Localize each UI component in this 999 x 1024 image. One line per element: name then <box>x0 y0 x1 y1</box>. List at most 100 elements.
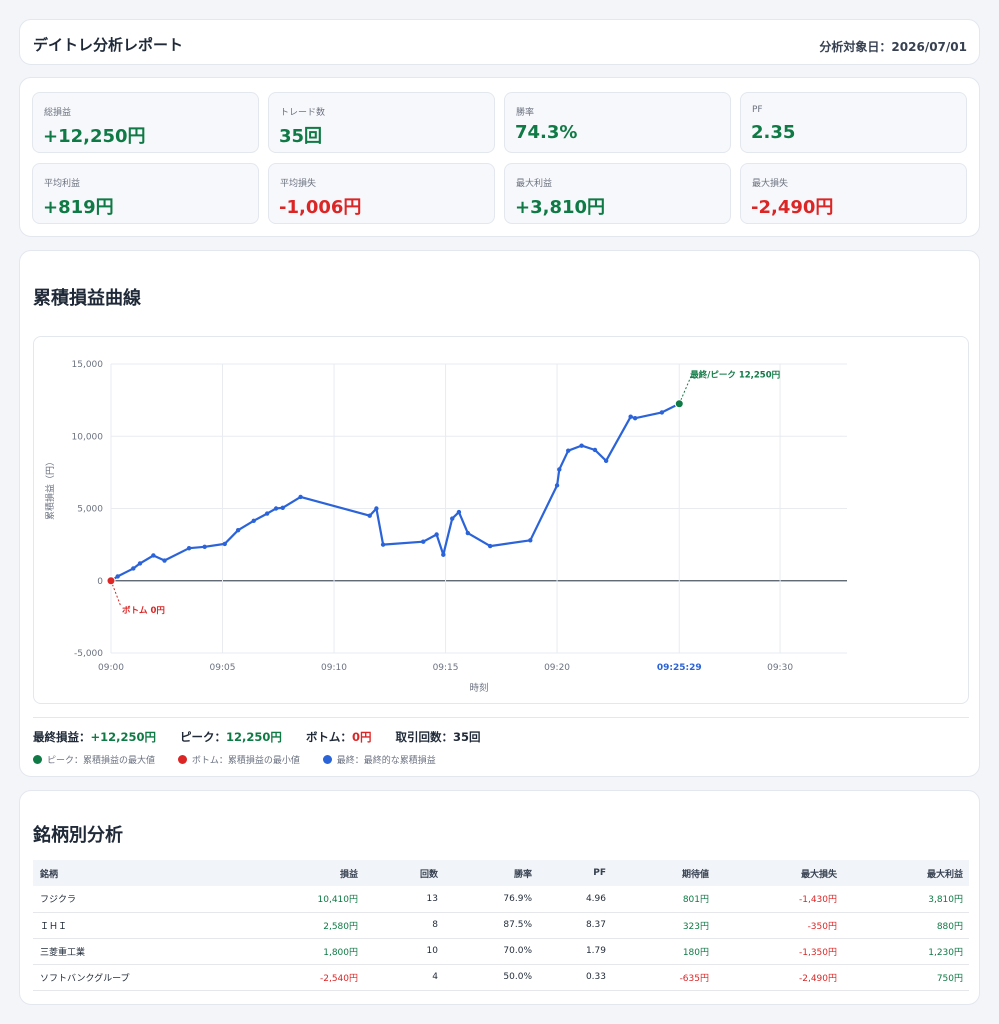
bottom-dot-icon <box>177 755 187 764</box>
stat-max-profit: 最大利益 +3,810円 <box>504 163 731 224</box>
y-tick-label: 15,000 <box>72 360 104 370</box>
data-point <box>186 546 192 551</box>
bottom-annotation: ボトム 0円 <box>122 605 165 616</box>
cell-symbol: ＩＨＩ <box>33 912 253 939</box>
stat-value: 74.3% <box>515 122 578 143</box>
cell-max-profit: 750円 <box>843 964 969 991</box>
data-point <box>528 538 533 543</box>
cell-count: 13 <box>364 886 444 913</box>
cell-max-loss: -1,350円 <box>715 938 843 965</box>
cell-count: 4 <box>364 964 444 991</box>
stat-avg-profit: 平均利益 +819円 <box>32 163 259 224</box>
data-point <box>222 541 227 547</box>
report-header: デイトレ分析レポート 分析対象日：2026/07/01 <box>19 19 980 65</box>
data-point <box>137 561 143 566</box>
cumulative-pnl-section: 累積損益曲線 -5,000 0 5,000 10,000 15,000 09:00 09:0… <box>19 250 980 777</box>
data-point <box>380 542 386 547</box>
peak-value: 12,250円 <box>226 730 282 744</box>
cell-expectancy: -635円 <box>612 964 715 991</box>
cell-max-loss: -1,430円 <box>715 886 843 913</box>
cell-count: 8 <box>364 912 444 939</box>
cell-max-profit: 1,230円 <box>843 938 969 965</box>
y-tick-label: 0 <box>97 577 103 587</box>
data-point <box>659 410 665 415</box>
data-point <box>151 553 156 558</box>
cell-win-rate: 50.0% <box>444 964 538 991</box>
stat-max-loss: 最大損失 -2,490円 <box>740 163 967 224</box>
stat-label: トレード数 <box>280 108 326 118</box>
data-point <box>579 443 584 448</box>
series-line <box>110 402 680 582</box>
data-point <box>298 494 303 500</box>
stat-label: 最大損失 <box>752 179 789 189</box>
data-point <box>162 558 167 563</box>
data-point <box>115 574 120 579</box>
table-section-title: 銘柄別分析 <box>33 825 123 846</box>
table-header-row: 銘柄 損益 回数 勝率 PF 期待値 最大損失 最大利益 <box>33 860 969 886</box>
table-row: 三菱重工業 1,800円 10 70.0% 1.79 180円 -1,350円 … <box>33 938 969 965</box>
stat-label: 最大利益 <box>516 179 553 189</box>
data-point <box>592 447 598 453</box>
x-tick-label: 09:25:29 <box>657 663 702 673</box>
stat-label: 平均損失 <box>280 179 317 189</box>
bottom-label: ボトム： <box>305 730 352 744</box>
chart-legend: ピーク：累積損益の最大値 ボトム：累積損益の最小値 最終：最終的な累積損益 <box>33 753 456 767</box>
col-win-rate: 勝率 <box>513 869 532 880</box>
cell-expectancy: 180円 <box>612 938 715 965</box>
y-tick-label: 10,000 <box>72 432 104 442</box>
x-tick-label: 09:10 <box>321 663 347 673</box>
cell-pnl: 10,410円 <box>253 886 364 913</box>
data-point <box>465 530 471 536</box>
data-point <box>202 544 207 549</box>
cell-pnl: 2,580円 <box>253 912 364 939</box>
final-pnl-label: 最終損益： <box>33 730 91 744</box>
cell-symbol: ソフトバンクグループ <box>33 964 253 991</box>
stat-avg-loss: 平均損失 -1,006円 <box>268 163 495 224</box>
bottom-value: 0円 <box>351 730 372 744</box>
col-symbol: 銘柄 <box>40 869 59 880</box>
stat-value: 2.35 <box>751 122 796 143</box>
data-point <box>131 566 136 571</box>
peak-marker <box>674 399 684 409</box>
cell-win-rate: 70.0% <box>444 938 538 965</box>
col-pf: PF <box>593 868 606 878</box>
y-axis-label: 累積損益（円） <box>44 457 56 520</box>
stat-trade-count: トレード数 35回 <box>268 92 495 153</box>
stat-label: PF <box>752 105 763 115</box>
data-point <box>632 415 638 421</box>
legend-bottom: ボトム：累積損益の最小値 <box>177 753 300 766</box>
stat-value: +819円 <box>43 197 114 218</box>
legend-label: 最終：最終的な累積損益 <box>336 756 436 766</box>
chart-summary: 最終損益：+12,250円 ピーク：12,250円 ボトム：0円 取引回数：35… <box>33 729 500 745</box>
x-tick-label: 09:30 <box>767 663 793 673</box>
legend-label: ボトム：累積損益の最小値 <box>191 756 300 766</box>
y-tick-label: 5,000 <box>77 505 103 515</box>
legend-label: ピーク：累積損益の最大値 <box>47 756 156 766</box>
stats-panel: 総損益 +12,250円 トレード数 35回 勝率 74.3% PF 2.35 … <box>19 77 980 237</box>
cell-pf: 8.37 <box>538 912 612 939</box>
table-row: フジクラ 10,410円 13 76.9% 4.96 801円 -1,430円 … <box>33 886 969 913</box>
cell-pf: 1.79 <box>538 938 612 965</box>
chart-container: -5,000 0 5,000 10,000 15,000 09:00 09:05 09:10 0… <box>33 336 969 704</box>
table-row: ソフトバンクグループ -2,540円 4 50.0% 0.33 -635円 -2… <box>33 964 969 991</box>
x-tick-label: 09:05 <box>210 663 236 673</box>
data-point <box>603 458 609 464</box>
cell-symbol: フジクラ <box>33 886 253 913</box>
x-tick-label: 09:00 <box>98 663 124 673</box>
data-point <box>251 518 256 523</box>
cell-max-loss: -350円 <box>715 912 843 939</box>
cell-pf: 4.96 <box>538 886 612 913</box>
data-point <box>421 539 426 544</box>
data-point <box>235 527 241 533</box>
data-point <box>628 414 633 419</box>
stat-value: -1,006円 <box>279 197 362 218</box>
cell-max-loss: -2,490円 <box>715 964 843 991</box>
divider <box>33 717 969 718</box>
bottom-marker <box>106 576 116 586</box>
stat-label: 平均利益 <box>44 179 81 189</box>
col-pnl: 損益 <box>339 869 358 880</box>
col-count: 回数 <box>419 869 438 880</box>
data-point <box>450 516 455 521</box>
cell-pnl: -2,540円 <box>253 964 364 991</box>
data-point <box>280 505 285 510</box>
